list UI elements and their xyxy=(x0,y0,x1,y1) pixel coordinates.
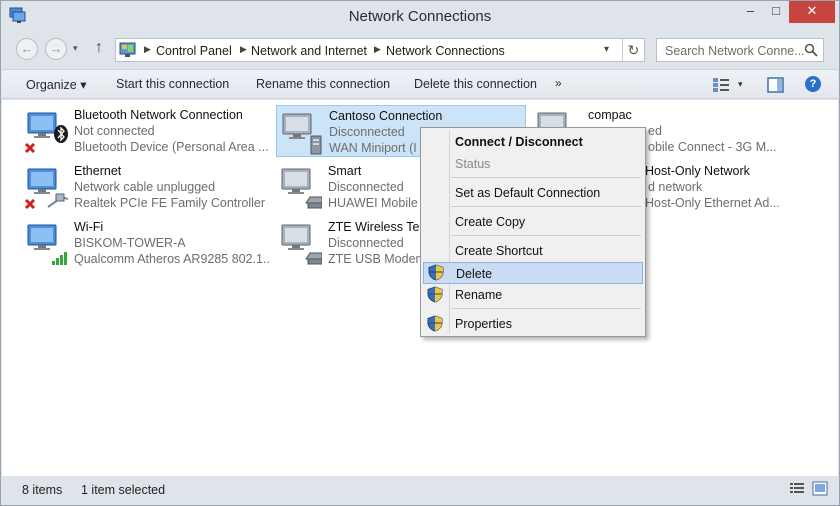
connection-name: Bluetooth Network Connection xyxy=(74,108,243,122)
menu-item-properties[interactable]: Properties xyxy=(423,314,643,334)
connection-status: Disconnected xyxy=(329,125,405,139)
connection-device: Host-Only Ethernet Ad... xyxy=(645,196,780,210)
breadcrumb-network-and-internet[interactable]: Network and Internet xyxy=(251,44,367,58)
maximize-button[interactable]: □ xyxy=(764,1,788,23)
search-box[interactable]: Search Network Conne... xyxy=(656,38,824,62)
menu-item-label: Status xyxy=(455,157,491,171)
dialup-modem-icon xyxy=(281,224,322,265)
title-bar: Network Connections – □ ✕ xyxy=(1,1,839,31)
address-bar[interactable]: ▶ Control Panel ▶ Network and Internet ▶… xyxy=(115,38,645,62)
control-panel-icon xyxy=(119,42,136,57)
menu-item-label: Connect / Disconnect xyxy=(455,135,583,149)
menu-item-connect-disconnect[interactable]: Connect / Disconnect xyxy=(423,132,643,152)
menu-item-create-shortcut[interactable]: Create Shortcut xyxy=(423,241,643,261)
wifi-icon xyxy=(27,224,67,265)
preview-pane-icon[interactable] xyxy=(767,77,784,93)
connection-status: Network cable unplugged xyxy=(74,180,216,194)
ethernet-icon xyxy=(24,168,68,210)
menu-item-label: Create Copy xyxy=(455,215,526,229)
connection-device: WAN Miniport (I xyxy=(329,141,417,155)
more-commands-chevron-icon[interactable]: » xyxy=(555,76,562,90)
view-options-chevron-icon[interactable]: ▾ xyxy=(738,79,743,90)
back-button[interactable]: ← xyxy=(16,38,38,60)
close-button[interactable]: ✕ xyxy=(789,1,835,23)
connection-device: obile Connect - 3G M... xyxy=(648,140,777,154)
address-dropdown-icon[interactable]: ▾ xyxy=(604,44,609,55)
connection-name: Smart xyxy=(328,164,362,178)
menu-item-create-copy[interactable]: Create Copy xyxy=(423,212,643,232)
connection-item[interactable]: Wi-Fi BISKOM-TOWER-A Qualcomm Atheros AR… xyxy=(22,217,272,269)
connection-name: compac xyxy=(588,108,632,122)
window-title: Network Connections xyxy=(348,8,492,25)
uac-shield-icon xyxy=(428,264,444,281)
connection-status: Disconnected xyxy=(328,180,404,194)
menu-separator xyxy=(451,177,641,178)
connection-device: HUAWEI Mobile xyxy=(328,196,418,210)
menu-item-label: Delete xyxy=(456,267,493,281)
selection-count: 1 item selected xyxy=(81,483,166,497)
connection-name: ZTE Wireless Ter xyxy=(328,220,424,234)
start-connection-button[interactable]: Start this connection xyxy=(116,77,229,91)
forward-button[interactable]: → xyxy=(45,38,67,60)
context-menu: Connect / Disconnect Status Set as Defau… xyxy=(420,127,646,337)
connection-device: Bluetooth Device (Personal Area ... xyxy=(74,140,269,154)
search-placeholder[interactable]: Search Network Conne... xyxy=(665,44,805,58)
connection-status: BISKOM-TOWER-A xyxy=(74,236,186,250)
connection-name: Wi-Fi xyxy=(74,220,104,234)
connection-name: Cantoso Connection xyxy=(329,109,443,123)
item-count: 8 items xyxy=(22,483,63,497)
connection-device: Realtek PCIe FE Family Controller xyxy=(74,196,266,210)
connection-item[interactable]: Ethernet Network cable unplugged Realtek… xyxy=(22,161,272,213)
menu-separator xyxy=(451,206,641,207)
menu-item-rename[interactable]: Rename xyxy=(423,285,643,305)
command-bar: Organize ▾ Start this connection Rename … xyxy=(2,69,838,99)
uac-shield-icon xyxy=(427,315,443,332)
dialup-modem-icon xyxy=(281,168,322,209)
explorer-window: Network Connections – □ ✕ ← → ▾ ↑ ▶ Cont… xyxy=(0,0,840,506)
details-view-icon[interactable] xyxy=(789,481,805,496)
search-icon[interactable] xyxy=(804,43,818,57)
up-button[interactable]: ↑ xyxy=(95,39,103,57)
menu-item-delete[interactable]: Delete xyxy=(423,262,643,284)
uac-shield-icon xyxy=(427,286,443,303)
delete-connection-button[interactable]: Delete this connection xyxy=(414,77,537,91)
connection-status: Disconnected xyxy=(328,236,404,250)
connection-name: Ethernet xyxy=(74,164,122,178)
breadcrumb-separator-icon[interactable]: ▶ xyxy=(144,44,151,55)
status-bar: 8 items 1 item selected xyxy=(2,477,838,505)
breadcrumb-separator-icon[interactable]: ▶ xyxy=(240,44,247,55)
menu-item-label: Properties xyxy=(455,317,512,331)
bluetooth-network-icon xyxy=(24,112,68,154)
breadcrumb-separator-icon[interactable]: ▶ xyxy=(374,44,381,55)
rename-connection-button[interactable]: Rename this connection xyxy=(256,77,390,91)
menu-item-label: Create Shortcut xyxy=(455,244,543,258)
connection-device: Qualcomm Atheros AR9285 802.1... xyxy=(74,252,270,266)
connection-status: ed xyxy=(648,124,662,138)
breadcrumb-control-panel[interactable]: Control Panel xyxy=(156,44,232,58)
navigation-bar: ← → ▾ ↑ ▶ Control Panel ▶ Network and In… xyxy=(1,35,839,65)
connection-name: Host-Only Network xyxy=(645,164,750,178)
breadcrumb-network-connections[interactable]: Network Connections xyxy=(386,44,505,58)
menu-separator xyxy=(451,308,641,309)
recent-locations-chevron-icon[interactable]: ▾ xyxy=(73,43,78,54)
change-view-icon[interactable] xyxy=(712,77,730,93)
organize-menu[interactable]: Organize ▾ xyxy=(26,77,86,92)
connection-status: Not connected xyxy=(74,124,155,138)
vpn-connection-icon xyxy=(282,113,322,155)
help-icon[interactable]: ? xyxy=(805,76,821,92)
menu-item-status: Status xyxy=(423,154,643,174)
menu-item-label: Rename xyxy=(455,288,503,302)
refresh-button[interactable]: ↻ xyxy=(622,39,644,61)
menu-item-set-default[interactable]: Set as Default Connection xyxy=(423,183,643,203)
menu-item-label: Set as Default Connection xyxy=(455,186,601,200)
minimize-button[interactable]: – xyxy=(737,1,764,23)
large-icons-view-icon[interactable] xyxy=(812,481,828,496)
connection-item[interactable]: Bluetooth Network Connection Not connect… xyxy=(22,105,272,157)
menu-separator xyxy=(451,235,641,236)
connection-device: ZTE USB Modem xyxy=(328,252,420,266)
connection-status: d network xyxy=(648,180,703,194)
